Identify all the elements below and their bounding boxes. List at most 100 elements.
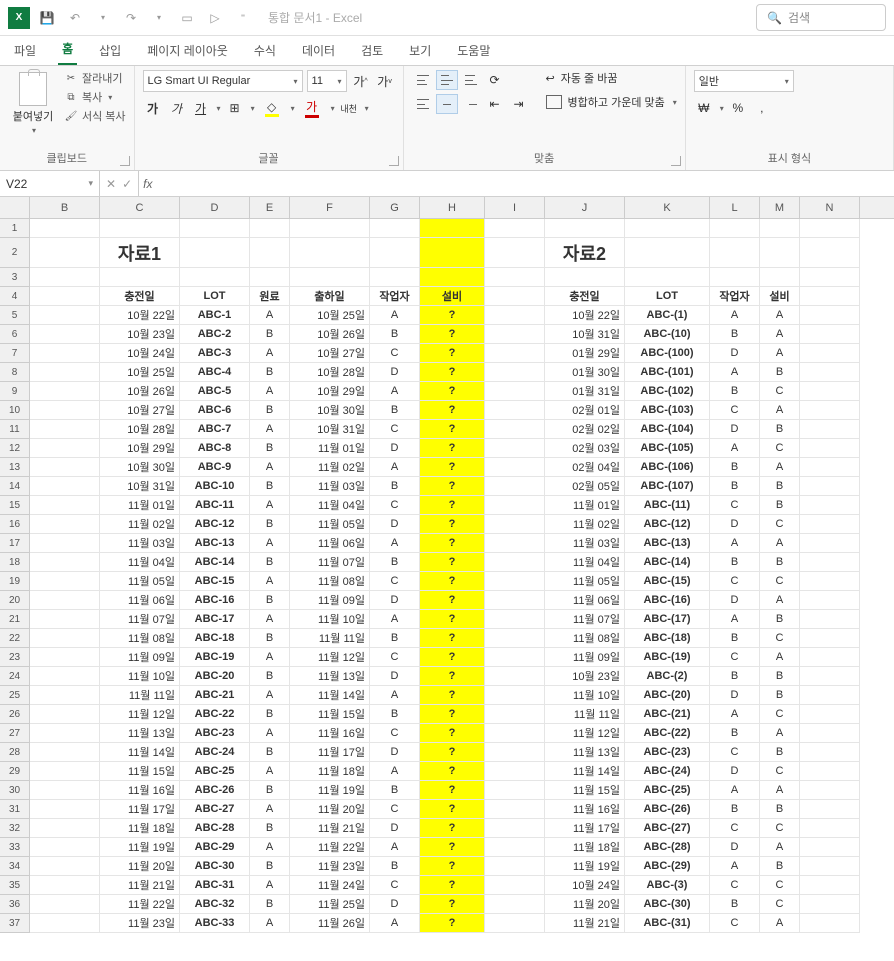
cell[interactable]: ? [420,344,485,363]
cell[interactable] [485,743,545,762]
cell[interactable] [485,838,545,857]
cell[interactable]: ABC-7 [180,420,250,439]
cell[interactable]: 11월 01일 [290,439,370,458]
cell[interactable] [710,219,760,238]
number-format-select[interactable]: 일반▾ [694,70,794,92]
cell[interactable]: 11월 21일 [545,914,625,933]
row-header-36[interactable]: 36 [0,895,29,914]
cell[interactable]: A [250,914,290,933]
col-header-D[interactable]: D [180,197,250,218]
row-header-5[interactable]: 5 [0,306,29,325]
cell[interactable] [30,534,100,553]
cell[interactable]: ? [420,762,485,781]
cell[interactable]: B [250,667,290,686]
cell[interactable]: ABC-15 [180,572,250,591]
cell[interactable]: A [250,344,290,363]
cell[interactable] [485,344,545,363]
cell[interactable]: A [710,705,760,724]
cell[interactable]: ABC-(26) [625,800,710,819]
cell[interactable]: ? [420,572,485,591]
formula-input[interactable] [156,171,894,196]
cell[interactable] [800,401,860,420]
align-center-button[interactable] [436,94,458,114]
cell[interactable]: B [250,857,290,876]
cell[interactable]: ? [420,800,485,819]
cell[interactable]: D [710,591,760,610]
decrease-indent-button[interactable]: ⇤ [484,94,506,114]
cell[interactable]: B [710,895,760,914]
cell[interactable]: 11월 12일 [545,724,625,743]
tab-view[interactable]: 보기 [405,36,435,65]
cell[interactable]: A [760,401,800,420]
cell[interactable]: 11월 06일 [290,534,370,553]
cell[interactable]: B [250,895,290,914]
cell[interactable]: ABC-27 [180,800,250,819]
cell[interactable]: 11월 05일 [545,572,625,591]
cell[interactable] [485,686,545,705]
cell[interactable] [800,534,860,553]
cell[interactable]: ABC-23 [180,724,250,743]
cell[interactable]: 11월 19일 [290,781,370,800]
cell[interactable]: C [370,800,420,819]
cell[interactable]: D [710,762,760,781]
cell[interactable] [30,515,100,534]
col-header-C[interactable]: C [100,197,180,218]
cell[interactable] [485,238,545,268]
cell[interactable]: D [370,819,420,838]
cell[interactable]: 11월 25일 [290,895,370,914]
cell[interactable]: ? [420,895,485,914]
cell[interactable] [485,819,545,838]
fill-color-button[interactable]: ◇ [259,98,285,118]
cell[interactable]: 10월 31일 [290,420,370,439]
cell[interactable]: A [250,610,290,629]
cell[interactable] [485,648,545,667]
cell[interactable]: ABC-(18) [625,629,710,648]
cell[interactable]: C [760,572,800,591]
cell[interactable] [30,629,100,648]
decrease-font-button[interactable]: 가v [375,71,395,91]
cell[interactable]: C [370,648,420,667]
cell[interactable]: ABC-(3) [625,876,710,895]
cell[interactable] [30,325,100,344]
cell[interactable]: ? [420,781,485,800]
cell[interactable]: B [370,781,420,800]
row-header-24[interactable]: 24 [0,667,29,686]
cell[interactable]: ABC-3 [180,344,250,363]
cell[interactable] [30,743,100,762]
cell[interactable] [485,857,545,876]
cell[interactable]: ABC-(24) [625,762,710,781]
cell[interactable]: C [370,876,420,895]
cell[interactable]: B [760,477,800,496]
cell[interactable]: 11월 13일 [290,667,370,686]
cell[interactable] [485,629,545,648]
cell[interactable] [30,238,100,268]
cell[interactable] [30,895,100,914]
touch-mode-icon[interactable]: ▭ [178,9,196,27]
tab-page-layout[interactable]: 페이지 레이아웃 [143,36,232,65]
cell[interactable]: 11월 03일 [545,534,625,553]
cell[interactable] [485,705,545,724]
cell[interactable]: B [710,724,760,743]
cell[interactable]: B [760,743,800,762]
cell[interactable]: 11월 23일 [290,857,370,876]
cell[interactable]: A [370,914,420,933]
cell[interactable] [30,705,100,724]
cell[interactable]: A [760,724,800,743]
cell[interactable]: ABC-(104) [625,420,710,439]
cell[interactable]: A [760,914,800,933]
cell[interactable]: 11월 02일 [100,515,180,534]
row-header-29[interactable]: 29 [0,762,29,781]
cell[interactable]: ABC-(106) [625,458,710,477]
cell[interactable] [545,268,625,287]
italic-button[interactable]: 가 [167,98,187,118]
cell[interactable]: C [760,819,800,838]
cell[interactable]: D [370,515,420,534]
cell[interactable]: ABC-14 [180,553,250,572]
cell[interactable] [100,268,180,287]
cell[interactable]: ABC-(100) [625,344,710,363]
cell[interactable] [180,268,250,287]
cell[interactable]: ? [420,553,485,572]
cell[interactable]: ? [420,857,485,876]
cell[interactable]: D [370,743,420,762]
cell[interactable]: B [250,363,290,382]
